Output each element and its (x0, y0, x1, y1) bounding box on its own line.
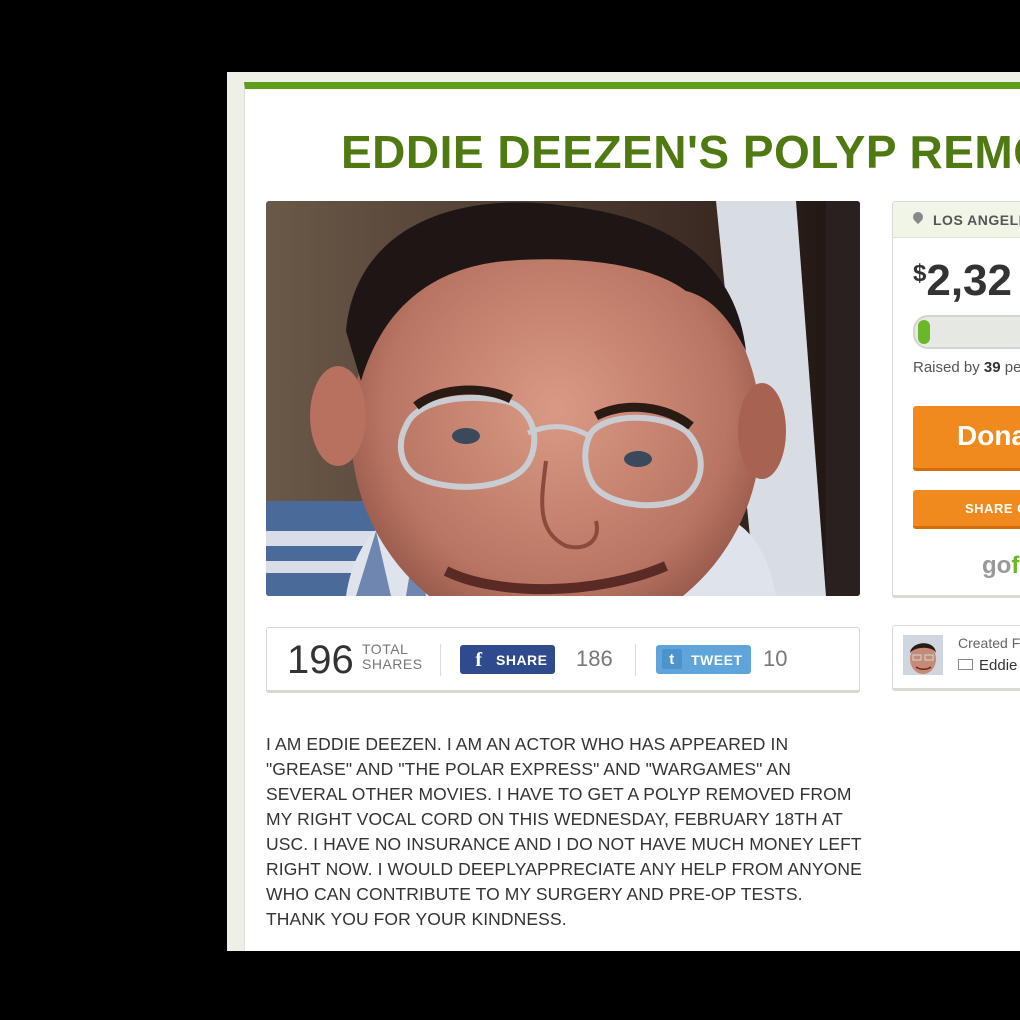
raised-prefix: Raised by (913, 359, 980, 376)
divider (635, 644, 636, 676)
campaign-photo[interactable] (266, 201, 860, 596)
raised-suffix: peo (1004, 359, 1020, 376)
twitter-tweet-count: 10 (763, 646, 788, 671)
browser-viewport: EDDIE DEEZEN'S POLYP REMO 196 TOTAL SHAR… (227, 72, 1020, 951)
raised-count: 39 (983, 359, 1001, 376)
total-shares-label: TOTAL SHARES (362, 642, 423, 672)
share-campaign-button[interactable]: SHARE C (913, 490, 1020, 529)
campaign-card: EDDIE DEEZEN'S POLYP REMO 196 TOTAL SHAR… (244, 82, 1020, 951)
share-bar: 196 TOTAL SHARES f SHARE 186 t TWEET 10 (266, 627, 860, 693)
location-text: LOS ANGELE (933, 212, 1020, 228)
total-shares-count: 196 (287, 638, 354, 682)
twitter-tweet-label: TWEET (691, 652, 743, 668)
location-bar[interactable]: LOS ANGELE (893, 202, 1020, 238)
created-date: Created Fe (958, 635, 1020, 651)
raised-by-text: Raised by 39 peo (913, 359, 1020, 376)
progress-bar-fill (918, 320, 930, 344)
facebook-share-count: 186 (576, 646, 613, 671)
donation-panel: LOS ANGELE $2,32 Raised by 39 peo Dona S… (892, 201, 1020, 598)
logo-go: go (982, 552, 1012, 579)
total-shares-label-line2: SHARES (362, 656, 423, 672)
twitter-icon: t (662, 649, 682, 669)
donate-button[interactable]: Dona (913, 406, 1020, 471)
creator-name: Eddie (979, 657, 1018, 674)
donate-button-label: Dona (957, 420, 1020, 451)
creator-contact[interactable]: Eddie (958, 657, 1017, 674)
logo-f: f (1011, 552, 1020, 579)
amount-value: 2,32 (926, 256, 1012, 305)
campaign-title: EDDIE DEEZEN'S POLYP REMO (341, 126, 1020, 178)
currency-symbol: $ (913, 260, 927, 287)
facebook-icon: f (475, 649, 483, 671)
campaign-story: I AM EDDIE DEEZEN. I AM AN ACTOR WHO HAS… (266, 734, 862, 929)
gofundme-logo[interactable]: gof (982, 552, 1019, 580)
mail-icon (958, 659, 973, 670)
facebook-share-label: SHARE (496, 652, 548, 668)
creator-panel: Created Fe Eddie (892, 625, 1020, 691)
avatar[interactable] (903, 635, 943, 675)
twitter-tweet-button[interactable]: t TWEET (656, 645, 751, 674)
location-pin-icon (910, 209, 926, 225)
campaign-photo-image (266, 201, 860, 596)
divider (440, 644, 441, 676)
progress-bar (913, 315, 1020, 349)
avatar-image (903, 635, 943, 675)
amount-raised: $2,32 (913, 256, 1012, 306)
facebook-share-button[interactable]: f SHARE (460, 645, 555, 674)
share-campaign-label: SHARE C (965, 501, 1020, 516)
total-shares-label-line1: TOTAL (362, 641, 409, 657)
